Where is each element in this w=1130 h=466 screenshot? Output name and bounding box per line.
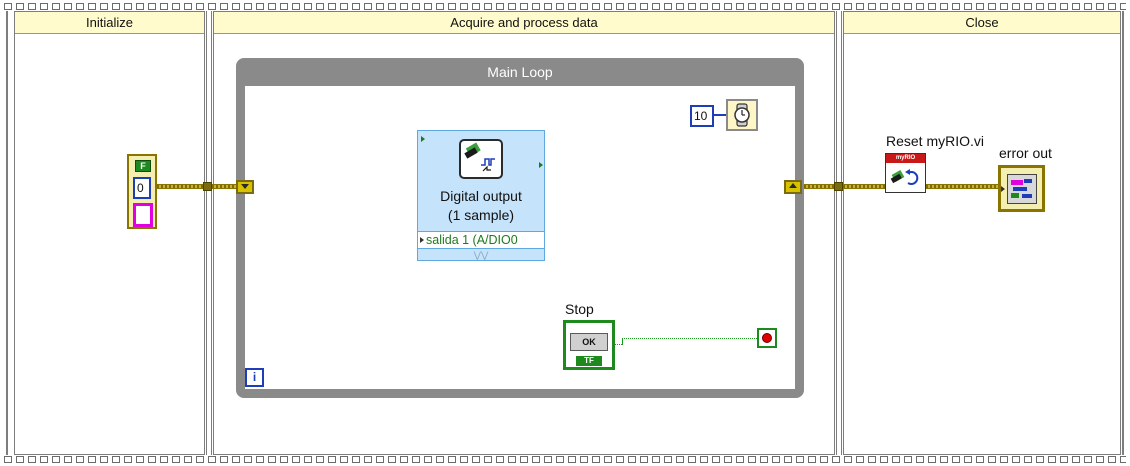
frame-separator	[836, 11, 842, 455]
sequence-border-right	[1122, 11, 1124, 455]
error-out-label: error out	[999, 145, 1052, 161]
terminal-arrow-icon	[420, 237, 424, 243]
input-arrow-icon	[421, 136, 425, 142]
stop-button-icon: OK	[570, 333, 608, 351]
error-cluster-icon	[1007, 174, 1037, 204]
reset-myrio-label: Reset myRIO.vi	[886, 133, 985, 149]
frame-separator	[206, 11, 212, 455]
shift-register-left[interactable]	[236, 180, 254, 194]
error-wire[interactable]	[212, 184, 238, 189]
error-wire[interactable]	[843, 184, 885, 189]
code-numeric-constant[interactable]: 0	[133, 177, 151, 199]
shift-register-right[interactable]	[784, 180, 802, 194]
iteration-terminal[interactable]: i	[245, 368, 264, 387]
digital-output-express-vi[interactable]: Digital output (1 sample) salida 1 (A/DI…	[417, 130, 545, 261]
channel-input-terminal[interactable]: salida 1 (A/DIO0	[418, 231, 544, 249]
boolean-wire[interactable]	[622, 338, 623, 345]
reset-icon	[890, 169, 919, 185]
frame-label-initialize: Initialize	[15, 12, 204, 34]
input-arrow-icon	[1001, 186, 1005, 192]
frame-label-acquire: Acquire and process data	[214, 12, 834, 34]
stop-if-true-icon	[762, 333, 772, 343]
express-vi-title-line2: (1 sample)	[447, 207, 515, 223]
digital-output-icon	[459, 139, 503, 179]
error-out-indicator[interactable]	[998, 165, 1045, 212]
source-string-constant[interactable]	[133, 203, 153, 227]
sequence-border-left	[6, 11, 8, 455]
channel-label: salida 1 (A/DIO0	[426, 233, 518, 247]
status-boolean-constant[interactable]: F	[135, 160, 151, 172]
frame-tunnel-right[interactable]	[834, 182, 843, 191]
boolean-type-badge: TF	[576, 356, 602, 366]
error-wire[interactable]	[804, 184, 836, 189]
sequence-film-strip-bottom	[0, 455, 1130, 464]
reset-myrio-subvi[interactable]: myRIO	[885, 153, 926, 193]
numeric-wire[interactable]	[714, 114, 726, 116]
error-cluster-constant[interactable]: F 0	[127, 154, 157, 229]
myrio-banner: myRIO	[886, 154, 925, 163]
frame-close[interactable]: Close	[843, 11, 1121, 455]
expand-chevron-icon[interactable]: ⋁⋁	[418, 250, 544, 261]
stop-control-label: Stop	[565, 301, 594, 317]
express-vi-title-line1: Digital output	[440, 188, 522, 204]
loop-condition-terminal[interactable]	[757, 328, 777, 348]
frame-label-close: Close	[844, 12, 1120, 34]
error-wire[interactable]	[157, 184, 205, 189]
sequence-film-strip-top	[0, 2, 1130, 11]
boolean-wire[interactable]	[622, 338, 757, 339]
wait-ms-function[interactable]	[726, 99, 758, 131]
frame-tunnel-left[interactable]	[203, 182, 212, 191]
while-loop-label: Main Loop	[487, 64, 553, 80]
watch-icon	[734, 103, 750, 127]
wait-ms-constant[interactable]: 10	[690, 105, 714, 127]
frame-initialize[interactable]: Initialize	[14, 11, 205, 455]
express-vi-title: Digital output (1 sample)	[418, 187, 544, 225]
error-wire[interactable]	[926, 184, 998, 189]
stop-button-terminal[interactable]: OK TF	[563, 320, 615, 370]
output-arrow-icon	[539, 162, 543, 168]
